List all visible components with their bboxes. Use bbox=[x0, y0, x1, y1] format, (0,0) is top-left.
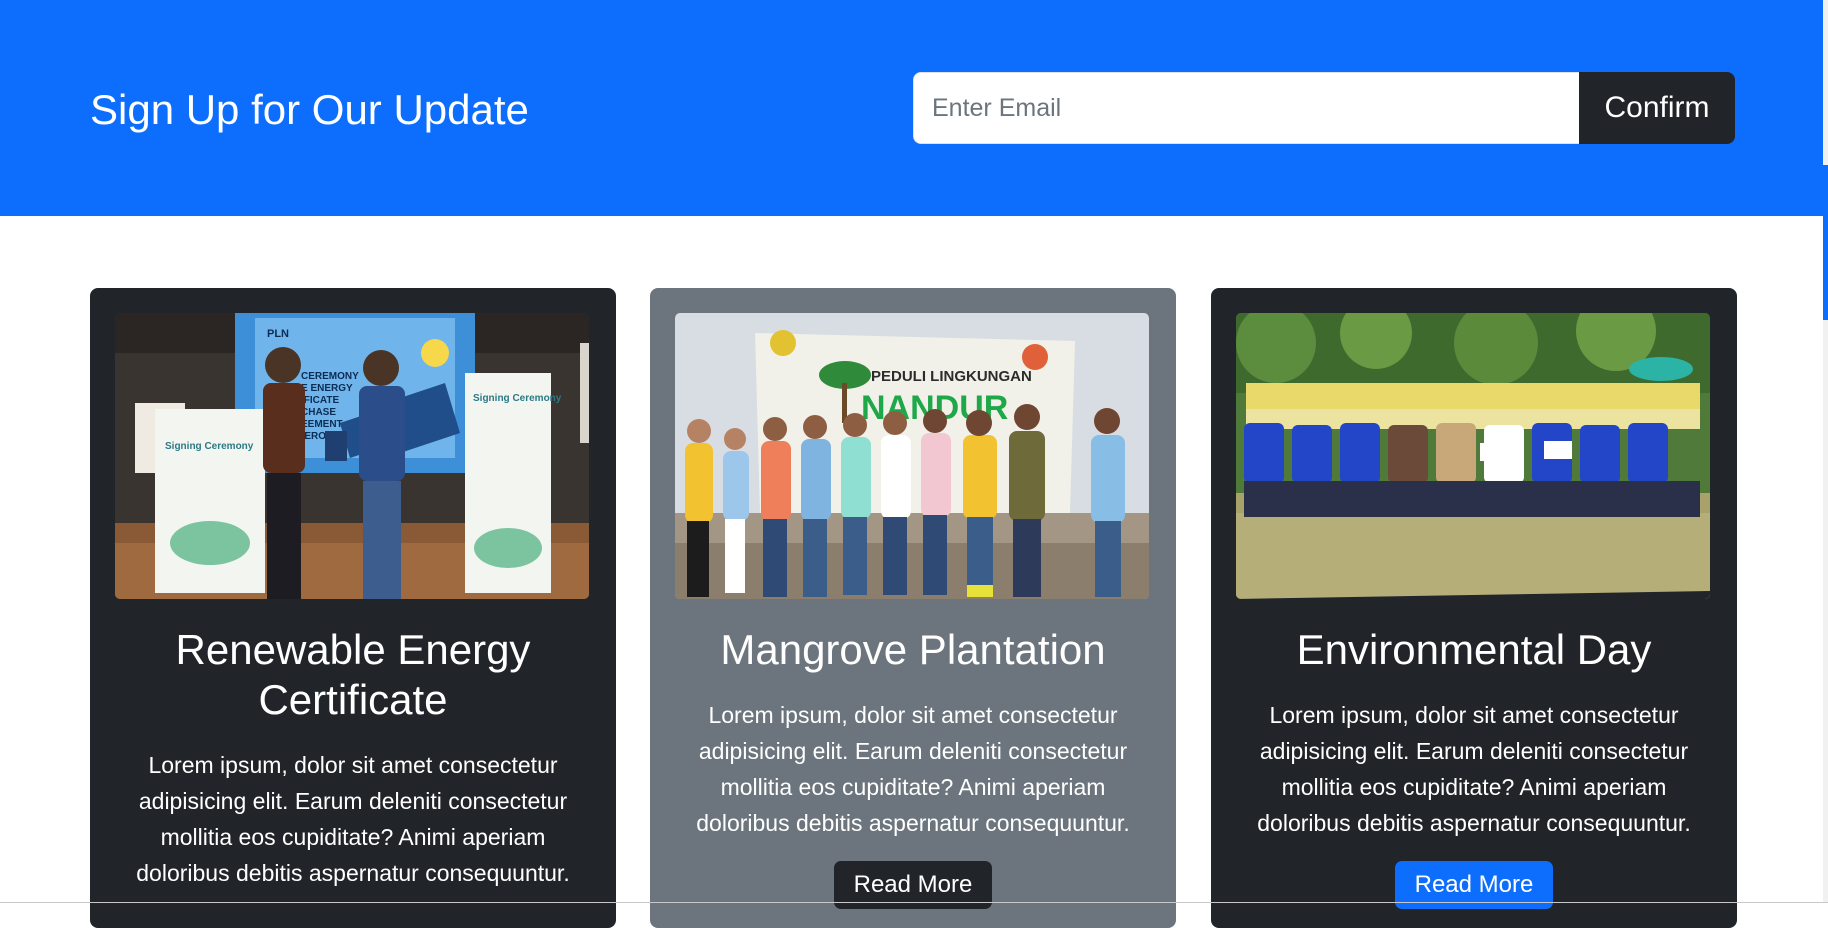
signup-form: Confirm bbox=[913, 72, 1735, 144]
banner-text-line-1: PEDULI LINGKUNGAN bbox=[871, 368, 1032, 385]
screen-brand-text: PLN bbox=[267, 328, 289, 340]
screen-text-line-4: CHASE bbox=[301, 407, 336, 418]
signup-title: Sign Up for Our Update bbox=[90, 86, 529, 133]
crowd-front-row bbox=[1244, 423, 1700, 517]
page-scrollbar[interactable] bbox=[1823, 0, 1828, 903]
screen-text-line-3: IFICATE bbox=[301, 395, 339, 406]
card-mangrove-plantation: PEDULI LINGKUNGAN NANDUR Mangrove Planta… bbox=[650, 288, 1176, 928]
right-banner-heading: Signing Ceremony bbox=[473, 393, 562, 404]
left-banner-heading: Signing Ceremony bbox=[165, 441, 254, 452]
card-text: Lorem ipsum, dolor sit amet consectetur … bbox=[136, 752, 570, 886]
screen-text-line-2: E ENERGY bbox=[301, 383, 353, 394]
screen-text-line-1: CEREMONY bbox=[301, 371, 359, 382]
card-title: Mangrove Plantation bbox=[720, 626, 1106, 673]
card-title: Renewable Energy Certificate bbox=[175, 626, 531, 723]
crowd-back-row bbox=[1246, 383, 1700, 429]
card-text: Lorem ipsum, dolor sit amet consectetur … bbox=[1257, 702, 1691, 836]
scrollbar-thumb[interactable] bbox=[1823, 165, 1828, 320]
card-image-environmental-day bbox=[1236, 313, 1710, 599]
card-title: Environmental Day bbox=[1296, 626, 1652, 673]
card-image-mangrove-plantation: PEDULI LINGKUNGAN NANDUR bbox=[675, 313, 1149, 599]
email-input[interactable] bbox=[913, 72, 1579, 144]
card-renewable-energy: CEREMONY E ENERGY IFICATE CHASE EEMENT (… bbox=[90, 288, 616, 928]
screen-text-line-5: EEMENT bbox=[301, 419, 343, 430]
card-text: Lorem ipsum, dolor sit amet consectetur … bbox=[696, 702, 1130, 836]
signup-banner: Sign Up for Our Update Confirm bbox=[0, 0, 1823, 216]
card-image-renewable-energy: CEREMONY E ENERGY IFICATE CHASE EEMENT (… bbox=[115, 313, 589, 599]
confirm-button[interactable]: Confirm bbox=[1579, 72, 1735, 144]
card-environmental-day: Environmental Day Lorem ipsum, dolor sit… bbox=[1211, 288, 1737, 928]
